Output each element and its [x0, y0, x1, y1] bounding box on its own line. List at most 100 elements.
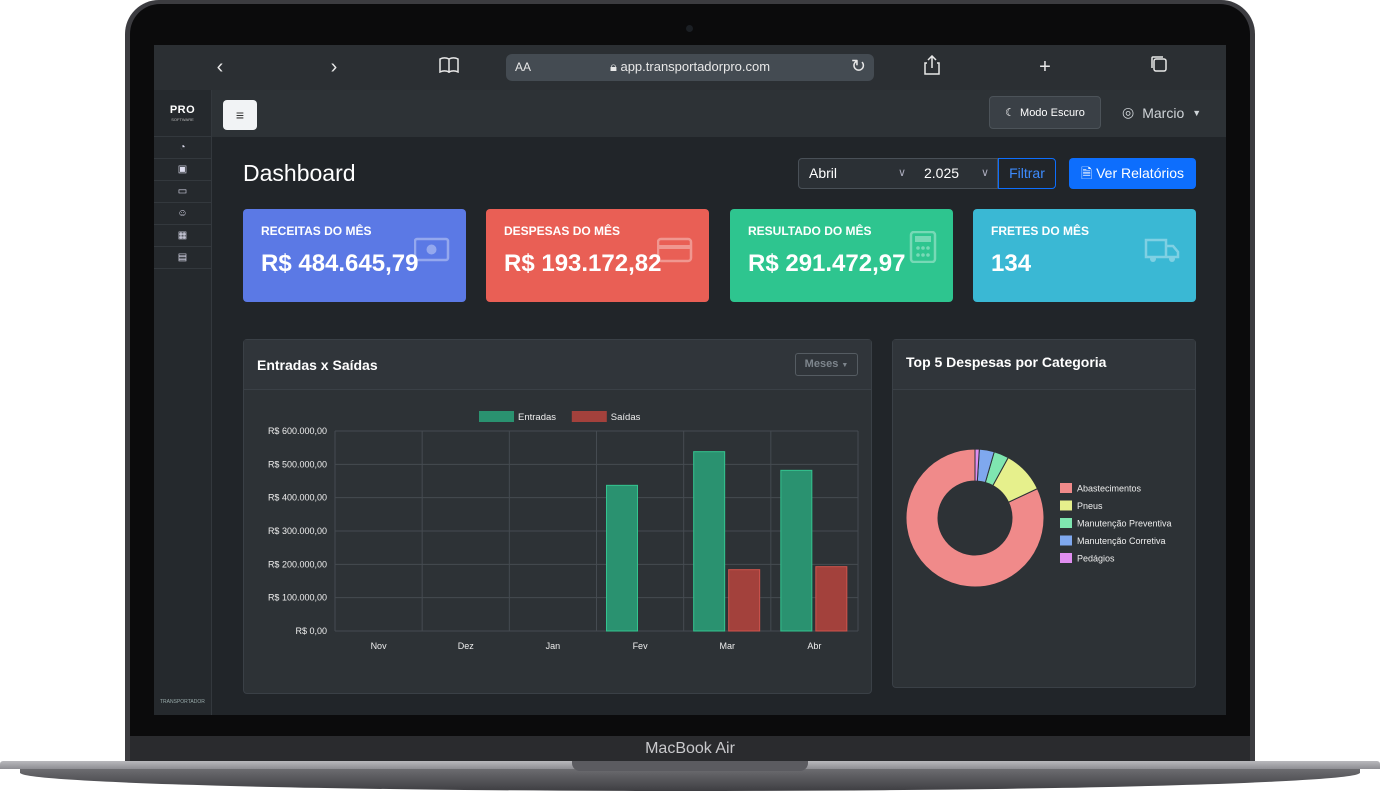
y-tick-label: R$ 200.000,00: [268, 559, 327, 569]
legend-label[interactable]: Manutenção Preventiva: [1077, 519, 1172, 529]
camera-icon: [686, 25, 693, 32]
moon-icon: ☾: [1005, 107, 1016, 119]
sidebar: PRO SOFTWARE ◔ ▣ ▭ ☺ ▦ ▤ TRANSPORTADOR: [154, 90, 212, 715]
money-icon: [414, 237, 450, 262]
card-label: RECEITAS DO MÊS: [261, 224, 372, 238]
sidebar-item-reports[interactable]: ▤: [154, 247, 211, 269]
period-dropdown[interactable]: Meses ▼: [795, 353, 858, 376]
chart-panel-entradas-saidas: Entradas x Saídas Meses ▼ R$ 0,00 R$ 100.…: [243, 339, 872, 694]
year-select[interactable]: 2.025 ∨: [914, 158, 998, 189]
caret-down-icon: ▼: [1192, 107, 1202, 118]
laptop-base: [0, 761, 1380, 793]
x-tick-label: Dez: [458, 641, 475, 651]
reports-button[interactable]: 🗎︎ Ver Relatórios: [1069, 158, 1196, 189]
x-tick-label: Mar: [720, 641, 736, 651]
card-fretes: FRETES DO MÊS 134: [973, 209, 1196, 302]
chart-panel-title: Top 5 Despesas por Categoria: [906, 354, 1107, 370]
y-tick-label: R$ 300.000,00: [268, 526, 327, 536]
sidebar-item-finance[interactable]: ▣: [154, 159, 211, 181]
card-despesas: DESPESAS DO MÊS R$ 193.172,82: [486, 209, 709, 302]
bar-saídas[interactable]: [815, 566, 848, 632]
sidebar-item-people[interactable]: ☺: [154, 203, 211, 225]
sidebar-item-company[interactable]: ▦: [154, 225, 211, 247]
hamburger-icon: ≡: [235, 107, 245, 123]
chart-panel-despesas: Top 5 Despesas por Categoria Abastecimen…: [892, 339, 1196, 688]
legend-swatch: [1060, 553, 1072, 563]
bookmarks-icon[interactable]: [434, 55, 464, 79]
legend-swatch: [1060, 483, 1072, 493]
brand-name: PRO: [169, 104, 196, 116]
calculator-icon: [909, 231, 937, 263]
user-name: Marcio: [1142, 104, 1185, 121]
url-bar[interactable]: AA 🔒︎ app.transportadorpro.com ↻: [506, 54, 874, 81]
y-tick-label: R$ 400.000,00: [268, 493, 327, 503]
user-menu[interactable]: ◎ Marcio ▼: [1122, 104, 1201, 121]
share-icon[interactable]: [917, 54, 947, 81]
forward-icon[interactable]: ›: [319, 55, 349, 79]
legend-label[interactable]: Entradas: [518, 412, 556, 423]
legend-label[interactable]: Abastecimentos: [1077, 484, 1142, 494]
device-label: MacBook Air: [645, 740, 735, 757]
legend-label[interactable]: Manutenção Corretiva: [1077, 536, 1166, 546]
legend-swatch: [1060, 535, 1072, 546]
legend-swatch: [1060, 518, 1072, 528]
lock-icon: 🔒︎: [609, 59, 621, 74]
browser-toolbar: ‹ › AA 🔒︎ app.transportadorpro.com ↻ +: [154, 45, 1226, 90]
legend-label[interactable]: Pedágios: [1077, 554, 1115, 564]
truck-icon: ▭: [177, 186, 188, 197]
legend-label[interactable]: Saídas: [611, 412, 641, 423]
legend-swatch: [1060, 500, 1072, 511]
bar-entradas[interactable]: [693, 451, 726, 632]
dashboard-icon: ◔: [179, 142, 186, 153]
legend-label[interactable]: Pneus: [1077, 501, 1103, 511]
brand-logo[interactable]: PRO SOFTWARE: [154, 90, 211, 137]
period-dropdown-label: Meses: [804, 358, 839, 370]
brand-sub: SOFTWARE: [171, 117, 194, 122]
x-tick-label: Nov: [371, 641, 388, 651]
main-content: Dashboard Abril ∨ 2.025 ∨ Filtrar 🗎︎ Ver…: [212, 137, 1226, 715]
year-select-value: 2.025: [924, 165, 960, 181]
card-value: R$ 291.472,97: [748, 250, 906, 277]
y-tick-label: R$ 600.000,00: [268, 426, 327, 436]
card-label: RESULTADO DO MÊS: [748, 224, 872, 238]
doughnut-chart: Abastecimentos Pneus Manutenção Preventiva…: [905, 448, 1172, 588]
y-tick-label: R$ 500.000,00: [268, 459, 327, 469]
legend-swatch: [571, 411, 607, 422]
screen: ‹ › AA 🔒︎ app.transportadorpro.com ↻ + P…: [154, 45, 1226, 715]
month-select[interactable]: Abril ∨: [798, 158, 915, 189]
chart-panel-header: Top 5 Despesas por Categoria: [893, 340, 1195, 390]
chart-panel-title: Entradas x Saídas: [257, 357, 378, 373]
sidebar-item-vehicles[interactable]: ▭: [154, 181, 211, 203]
tabs-icon[interactable]: [1144, 55, 1174, 79]
user-icon: ◎: [1122, 104, 1135, 120]
page-title: Dashboard: [243, 160, 356, 186]
menu-toggle-button[interactable]: ≡: [223, 100, 257, 130]
dark-mode-button[interactable]: ☾ Modo Escuro: [989, 96, 1101, 129]
bar-entradas[interactable]: [780, 469, 813, 632]
bar-entradas[interactable]: [606, 484, 638, 632]
bar-saídas[interactable]: [728, 569, 761, 632]
chevron-down-icon: ∨: [980, 167, 989, 179]
users-icon: ☺: [177, 208, 188, 219]
back-icon[interactable]: ‹: [205, 55, 235, 79]
new-tab-icon[interactable]: +: [1030, 55, 1060, 79]
legend-swatch: [479, 411, 514, 422]
month-select-value: Abril: [809, 165, 838, 181]
sidebar-item-dashboard[interactable]: ◔: [154, 137, 211, 159]
filter-button[interactable]: Filtrar: [998, 158, 1056, 189]
card-resultado: RESULTADO DO MÊS R$ 291.472,97: [730, 209, 953, 302]
bar-chart: R$ 0,00 R$ 100.000,00 R$ 200.000,00 R$ 300.…: [268, 411, 859, 651]
document-icon: ▤: [177, 252, 188, 263]
chart-panel-header: Entradas x Saídas Meses ▼: [244, 340, 871, 390]
card-label: FRETES DO MÊS: [991, 224, 1090, 238]
dark-mode-label: Modo Escuro: [1020, 106, 1085, 119]
card-receitas: RECEITAS DO MÊS R$ 484.645,79: [243, 209, 466, 302]
x-tick-label: Fev: [633, 641, 649, 651]
money-icon: ▣: [177, 164, 188, 175]
x-tick-label: Abr: [807, 641, 821, 651]
reports-label: Ver Relatórios: [1096, 165, 1185, 181]
sidebar-footer-logo: TRANSPORTADOR: [160, 699, 205, 705]
reload-icon[interactable]: ↻: [851, 56, 866, 77]
building-icon: ▦: [177, 230, 188, 241]
chevron-down-icon: ∨: [897, 167, 906, 179]
